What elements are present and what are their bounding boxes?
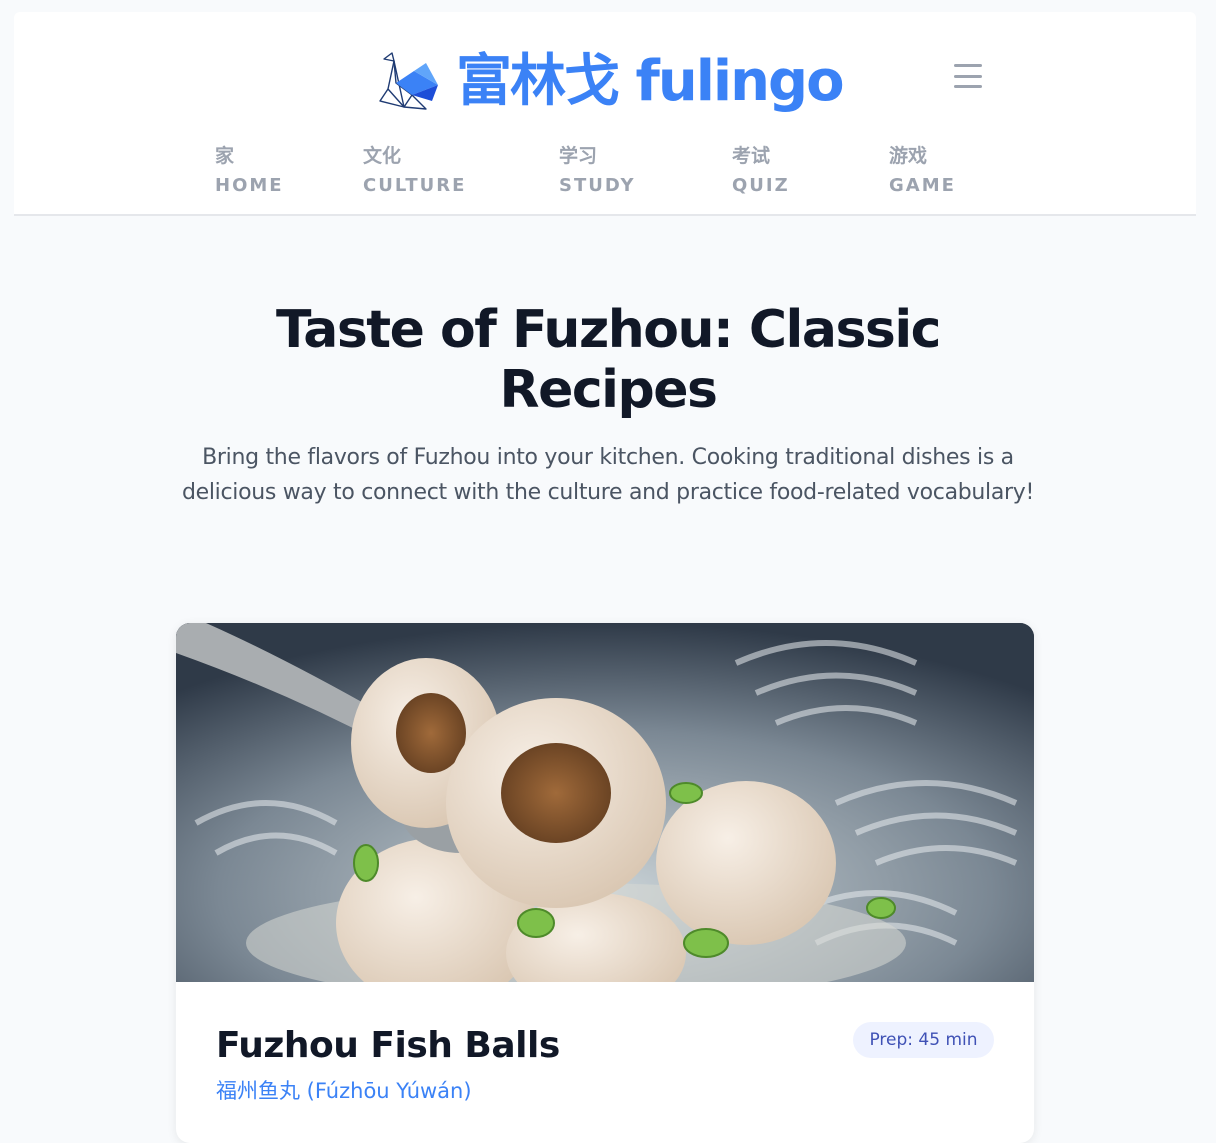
site-header: 富林戈 fulingo 家 HOME 文化 CULTURE 学习 STUDY 考… [14, 12, 1196, 216]
page-intro: Bring the flavors of Fuzhou into your ki… [181, 445, 1035, 505]
nav-study-en: STUDY [559, 175, 636, 196]
nav-quiz-zh: 考试 [732, 145, 771, 167]
nav-home-zh: 家 [215, 145, 235, 167]
brand-name: 富林戈 fulingo [456, 49, 845, 114]
prep-time-badge: Prep: 45 min [853, 1022, 994, 1058]
recipe-chinese-name: 福州鱼丸 (Fúzhōu Yúwán) [216, 1079, 472, 1103]
nav-game-en: GAME [889, 175, 956, 196]
fish-balls-photo [176, 623, 1034, 982]
page-title: Taste of Fuzhou: Classic Recipes [276, 300, 942, 420]
recipe-card[interactable]: Fuzhou Fish Balls 福州鱼丸 (Fúzhōu Yúwán) Pr… [176, 623, 1034, 1143]
nav-culture-zh: 文化 [363, 145, 402, 167]
nav-culture[interactable]: 文化 CULTURE [363, 144, 466, 198]
nav-culture-en: CULTURE [363, 175, 467, 196]
nav-home-en: HOME [215, 175, 284, 196]
nav-study-zh: 学习 [559, 145, 598, 167]
nav-quiz[interactable]: 考试 QUIZ [732, 144, 790, 198]
nav-study[interactable]: 学习 STUDY [559, 144, 636, 198]
nav-game-zh: 游戏 [889, 145, 928, 167]
nav-game[interactable]: 游戏 GAME [889, 144, 956, 198]
site-logo[interactable]: 富林戈 fulingo [374, 42, 845, 122]
nav-quiz-en: QUIZ [732, 175, 790, 196]
recipe-title: Fuzhou Fish Balls [216, 1025, 560, 1066]
nav-home[interactable]: 家 HOME [215, 144, 284, 198]
origami-crane-icon [379, 52, 438, 110]
hamburger-menu-icon[interactable] [954, 64, 982, 88]
